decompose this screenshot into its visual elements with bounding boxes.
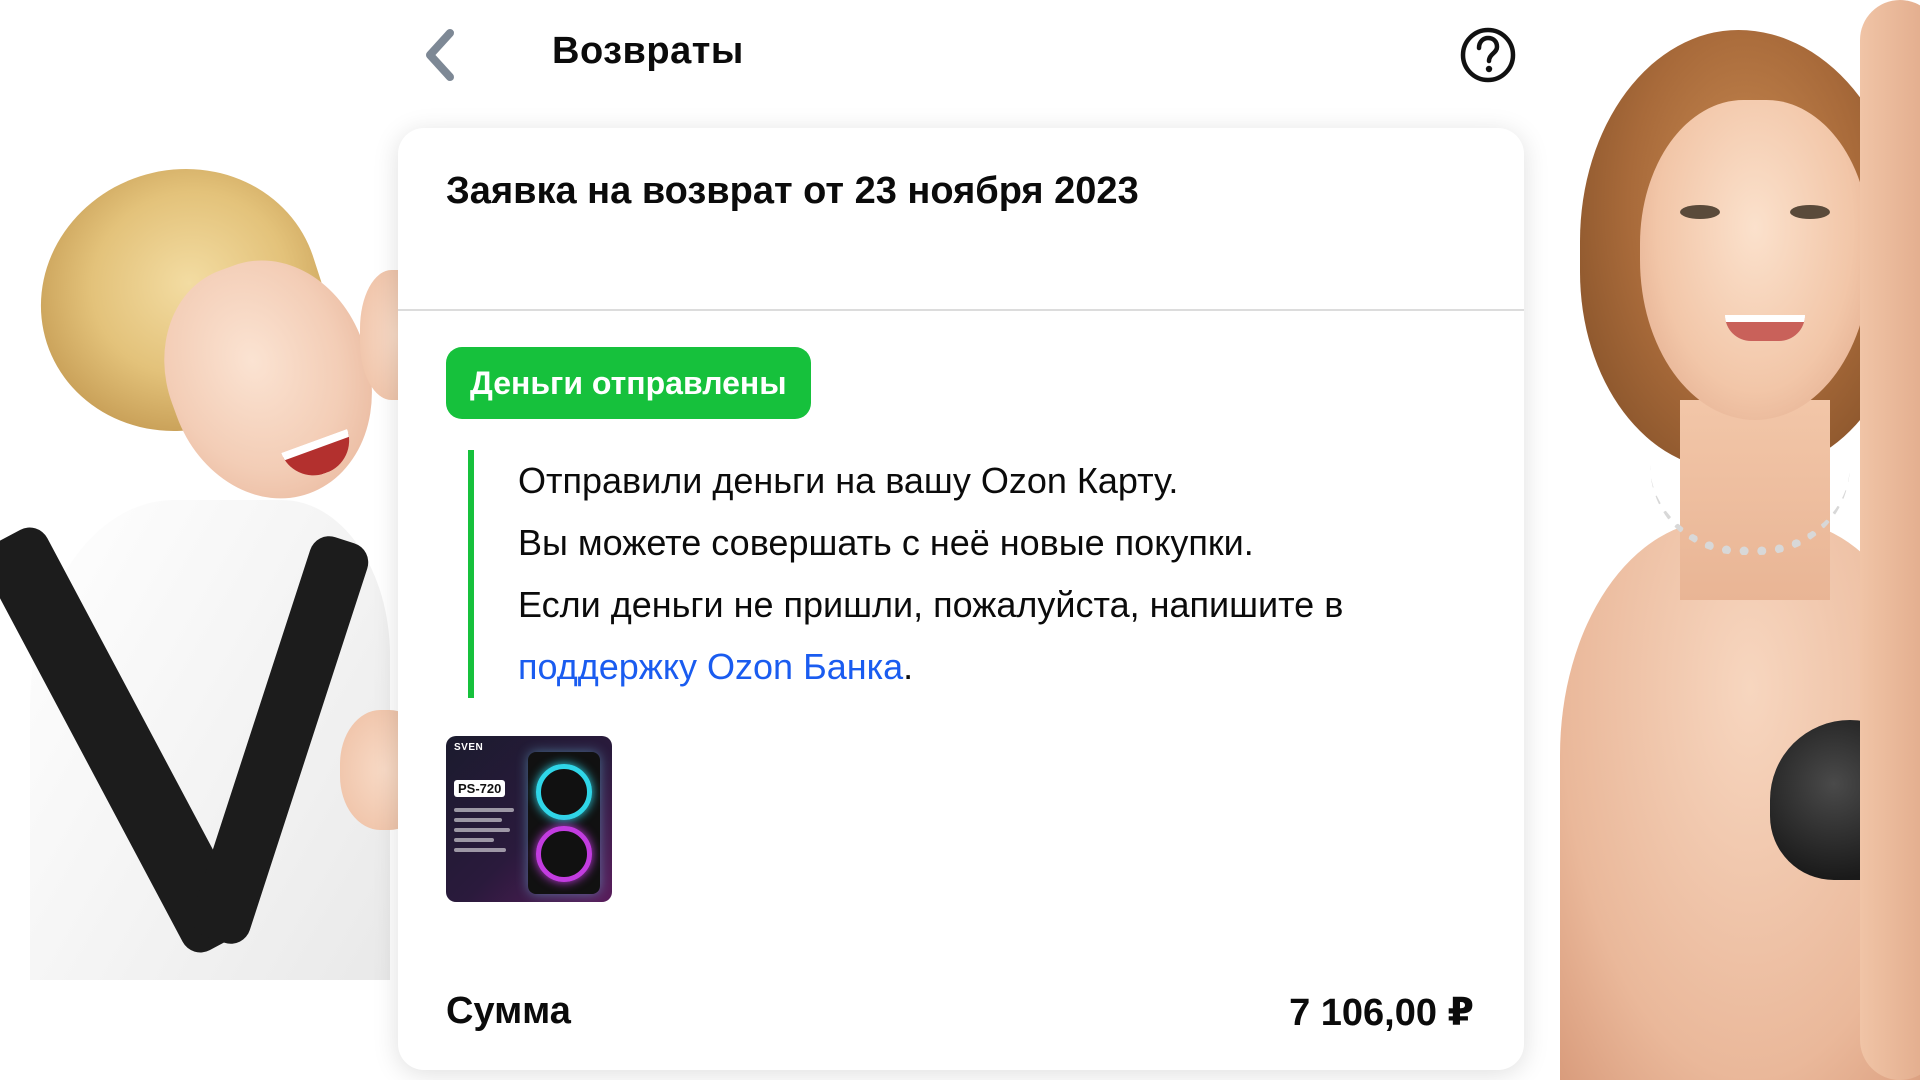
message-line-2: Вы можете совершать с неё новые покупки. (518, 522, 1254, 563)
product-brand: SVEN (454, 742, 484, 753)
status-badge: Деньги отправлены (446, 347, 811, 419)
sum-value: 7 106,00 ₽ (1289, 992, 1474, 1034)
right-woman-eye-right (1790, 205, 1830, 219)
right-woman-photo (1470, 0, 1920, 1080)
question-circle-icon (1460, 27, 1516, 83)
message-line-4: поддержку Ozon Банка. (518, 636, 1468, 698)
message-line-1: Отправили деньги на вашу Ozon Карту. (518, 460, 1179, 501)
page-title: Возвраты (552, 30, 744, 72)
left-woman-photo (0, 150, 410, 980)
speaker-top-ring (536, 764, 592, 820)
right-woman-eye-left (1680, 205, 1720, 219)
product-model: PS-720 (454, 780, 506, 797)
top-bar: Возвраты (400, 0, 1540, 110)
back-button[interactable] (410, 20, 470, 90)
product-thumbnail[interactable]: SVEN PS-720 (446, 736, 612, 902)
speaker-bottom-ring (536, 826, 592, 882)
return-request-title: Заявка на возврат от 23 ноября 2023 (446, 170, 1139, 212)
card-divider (398, 309, 1524, 311)
product-spec-lines (454, 808, 524, 858)
help-button[interactable] (1458, 25, 1518, 85)
right-woman-face (1640, 100, 1870, 420)
message-line-3: Если деньги не пришли, пожалуйста, напиш… (518, 584, 1344, 625)
sum-label: Сумма (446, 990, 571, 1032)
return-request-card: Заявка на возврат от 23 ноября 2023 День… (398, 128, 1524, 1070)
message-period: . (903, 646, 914, 687)
support-link[interactable]: поддержку Ozon Банка (518, 646, 903, 687)
refund-message: Отправили деньги на вашу Ozon Карту. Вы … (468, 450, 1468, 698)
right-woman-arm (1860, 0, 1920, 1080)
chevron-left-icon (426, 29, 454, 81)
speaker-image (528, 752, 600, 894)
